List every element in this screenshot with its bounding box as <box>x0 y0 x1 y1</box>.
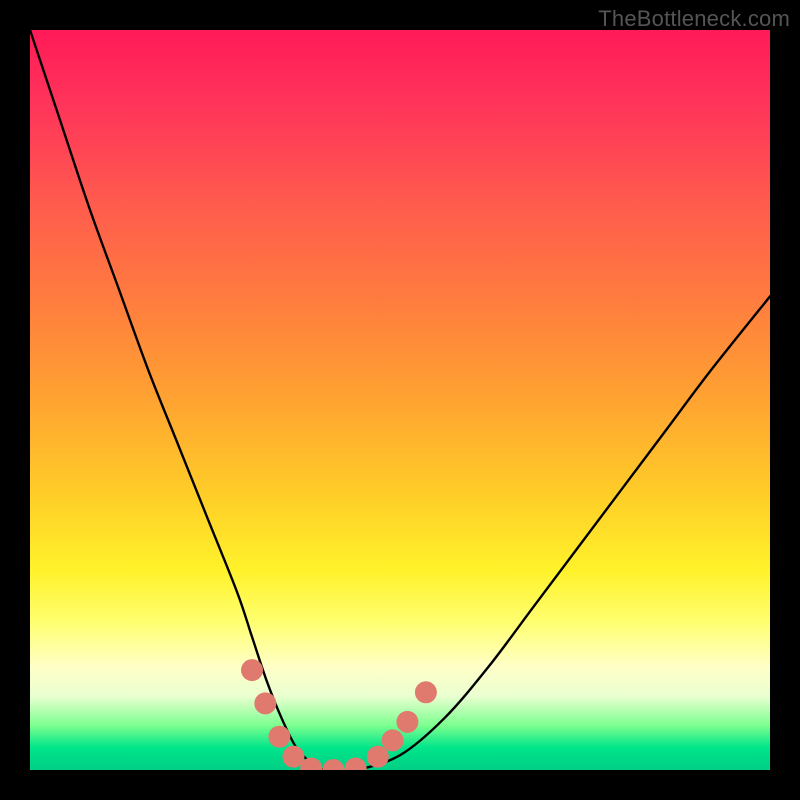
valley-marker <box>415 681 437 703</box>
valley-marker <box>382 729 404 751</box>
valley-markers-group <box>241 659 437 770</box>
watermark-text: TheBottleneck.com <box>598 6 790 32</box>
chart-container: TheBottleneck.com <box>0 0 800 800</box>
valley-marker <box>268 726 290 748</box>
valley-marker <box>254 692 276 714</box>
valley-marker <box>367 746 389 768</box>
valley-marker <box>241 659 263 681</box>
curve-layer <box>30 30 770 770</box>
valley-marker <box>396 711 418 733</box>
plot-area <box>30 30 770 770</box>
valley-marker <box>345 758 367 770</box>
bottleneck-curve <box>30 30 770 770</box>
valley-marker <box>322 759 344 770</box>
